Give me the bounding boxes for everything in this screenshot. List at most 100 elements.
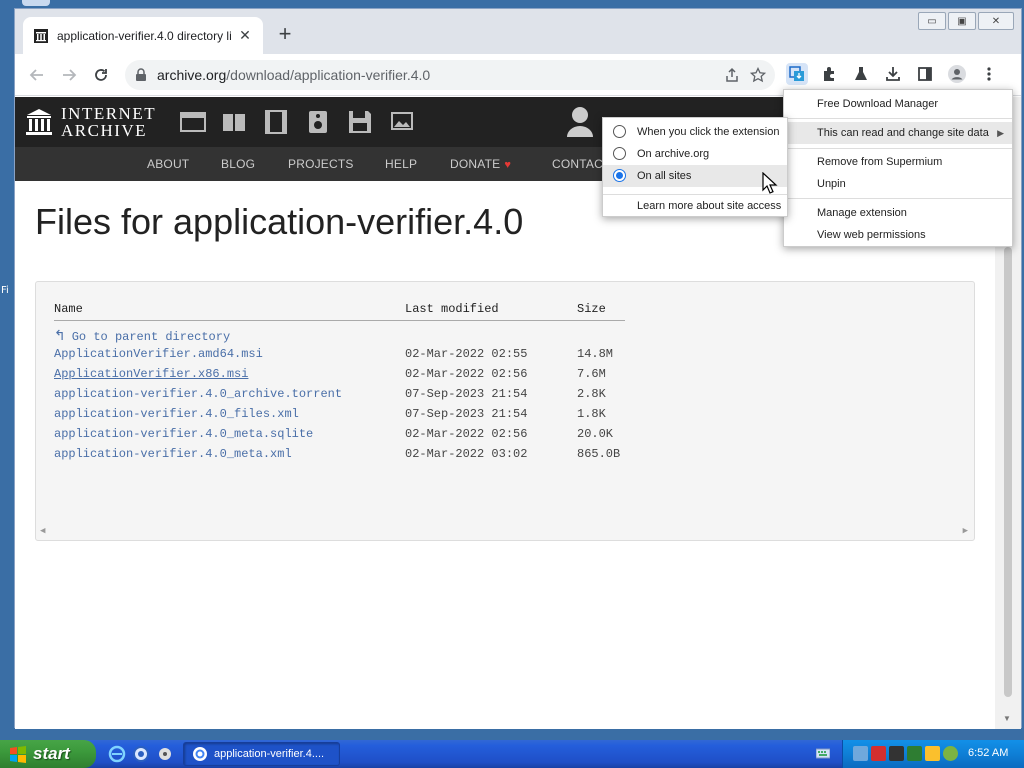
extensions-puzzle-icon[interactable] xyxy=(819,64,839,84)
tray-volume-icon[interactable] xyxy=(943,746,958,761)
file-link[interactable]: ApplicationVerifier.x86.msi xyxy=(54,367,248,381)
tray-app-icon[interactable] xyxy=(889,746,904,761)
images-picture-icon[interactable] xyxy=(389,109,415,135)
ia-logo-line1: INTERNET xyxy=(61,104,157,123)
nav-help[interactable]: HELP xyxy=(385,157,417,171)
side-panel-icon[interactable] xyxy=(915,64,935,84)
radio-option-on-site[interactable]: On archive.org xyxy=(603,143,787,165)
reload-icon[interactable] xyxy=(89,63,113,87)
lab-flask-icon[interactable] xyxy=(851,64,871,84)
file-date-cell: 02-Mar-2022 02:56 xyxy=(405,366,528,381)
ia-temple-icon xyxy=(26,109,52,135)
ia-logo-line2: ARCHIVE xyxy=(61,121,148,140)
menu-item-remove-extension[interactable]: Remove from Supermium xyxy=(784,151,1012,173)
browser-quicklaunch-icon[interactable] xyxy=(132,745,150,763)
radio-option-label: On all sites xyxy=(637,170,692,182)
forward-arrow-icon[interactable] xyxy=(57,63,81,87)
software-floppy-icon[interactable] xyxy=(347,109,373,135)
column-header-size[interactable]: Size xyxy=(577,302,625,321)
menu-item-view-web-permissions[interactable]: View web permissions xyxy=(784,224,1012,246)
table-row: application-verifier.4.0_meta.sqlite 02-… xyxy=(54,424,625,444)
menu-item-manage-extension[interactable]: Manage extension xyxy=(784,202,1012,224)
tray-shield-icon[interactable] xyxy=(925,746,940,761)
tab-close-icon[interactable]: ✕ xyxy=(237,27,253,44)
tray-clock[interactable]: 6:52 AM xyxy=(968,747,1008,759)
tray-sync-icon[interactable] xyxy=(907,746,922,761)
downloads-icon[interactable] xyxy=(883,64,903,84)
internet-explorer-icon[interactable] xyxy=(108,745,126,763)
column-header-name[interactable]: Name xyxy=(54,302,405,321)
bookmark-star-icon[interactable] xyxy=(749,66,767,85)
learn-more-site-access-link[interactable]: Learn more about site access xyxy=(603,195,787,217)
active-tab[interactable]: application-verifier.4.0 directory list … xyxy=(23,17,263,54)
file-date-cell: 02-Mar-2022 02:56 xyxy=(405,426,528,441)
keyboard-language-icon[interactable] xyxy=(816,747,830,760)
scroll-down-arrow-icon[interactable]: ▼ xyxy=(1003,714,1011,723)
radio-button[interactable] xyxy=(613,125,626,138)
free-download-manager-extension-icon[interactable] xyxy=(786,63,808,85)
table-row: application-verifier.4.0_archive.torrent… xyxy=(54,384,625,404)
back-arrow-icon[interactable] xyxy=(25,63,49,87)
parent-directory-link[interactable]: Go to parent directory xyxy=(72,330,230,344)
lock-icon[interactable] xyxy=(135,68,149,82)
scroll-left-arrow-icon[interactable]: ◀ xyxy=(40,526,45,536)
start-label: start xyxy=(33,744,70,763)
file-size-cell: 1.8K xyxy=(577,406,606,421)
file-link[interactable]: application-verifier.4.0_meta.sqlite xyxy=(54,427,313,441)
web-icon[interactable] xyxy=(180,109,206,135)
table-header-row: Name Last modified Size xyxy=(54,302,625,321)
extension-context-menu: Free Download Manager This can read and … xyxy=(783,89,1013,247)
nav-blog[interactable]: BLOG xyxy=(221,157,255,171)
ia-logo[interactable]: INTERNET ARCHIVE xyxy=(25,105,156,139)
radio-option-on-click[interactable]: When you click the extension xyxy=(603,121,787,143)
file-link[interactable]: application-verifier.4.0_files.xml xyxy=(54,407,299,421)
video-film-icon[interactable] xyxy=(263,109,289,135)
menu-separator xyxy=(784,118,1012,119)
user-account-icon[interactable] xyxy=(565,105,595,139)
scroll-right-arrow-icon[interactable]: ▶ xyxy=(963,526,968,536)
file-name-cell: ApplicationVerifier.amd64.msi xyxy=(54,344,405,364)
menu-item-site-data-access[interactable]: This can read and change site data ▶ xyxy=(784,122,1012,144)
audio-speaker-icon[interactable] xyxy=(305,109,331,135)
browser-menu-kebab-icon[interactable] xyxy=(979,64,999,84)
parent-directory-cell: ↰ Go to parent directory xyxy=(54,320,625,344)
start-button[interactable]: start xyxy=(0,740,96,768)
file-table: Name Last modified Size ↰ Go to parent di… xyxy=(54,302,625,464)
menu-item-free-download-manager[interactable]: Free Download Manager xyxy=(784,93,1012,115)
file-link[interactable]: ApplicationVerifier.amd64.msi xyxy=(54,347,263,361)
ia-logo-text: INTERNET ARCHIVE xyxy=(61,105,156,139)
nav-projects[interactable]: PROJECTS xyxy=(288,157,354,171)
file-size-cell: 7.6M xyxy=(577,366,606,381)
tab-strip: application-verifier.4.0 directory list … xyxy=(15,9,1021,54)
scrollbar-thumb[interactable] xyxy=(1004,247,1012,697)
column-header-last-modified[interactable]: Last modified xyxy=(405,302,577,321)
share-icon[interactable] xyxy=(723,67,741,85)
up-arrow-icon[interactable]: ↰ xyxy=(54,328,66,344)
file-link[interactable]: application-verifier.4.0_archive.torrent xyxy=(54,387,342,401)
new-tab-button[interactable]: + xyxy=(273,23,297,47)
profile-avatar-icon[interactable] xyxy=(947,64,967,84)
minimize-button[interactable]: ▭ xyxy=(918,12,946,30)
file-name-cell: ApplicationVerifier.x86.msi xyxy=(54,364,405,384)
radio-option-all-sites[interactable]: On all sites xyxy=(603,165,787,187)
window-close-button[interactable]: ✕ xyxy=(978,12,1014,30)
media-quicklaunch-icon[interactable] xyxy=(156,745,174,763)
radio-button[interactable] xyxy=(613,147,626,160)
file-link[interactable]: application-verifier.4.0_meta.xml xyxy=(54,447,292,461)
nav-about[interactable]: ABOUT xyxy=(147,157,189,171)
windows-flag-icon xyxy=(10,746,26,763)
radio-button-selected[interactable] xyxy=(613,169,626,182)
menu-item-unpin[interactable]: Unpin xyxy=(784,173,1012,195)
address-bar[interactable]: archive.org/download/application-verifie… xyxy=(125,60,775,90)
archive-favicon-icon xyxy=(33,28,49,44)
maximize-button[interactable]: ▣ xyxy=(948,12,976,30)
system-tray: 6:52 AM xyxy=(842,740,1024,768)
parent-directory-row: ↰ Go to parent directory xyxy=(54,320,625,344)
file-name-cell: application-verifier.4.0_files.xml xyxy=(54,404,405,424)
tray-network-icon[interactable] xyxy=(853,746,868,761)
tray-security-icon[interactable] xyxy=(871,746,886,761)
nav-donate[interactable]: DONATE ♥ xyxy=(450,157,511,171)
taskbar-browser-button[interactable]: application-verifier.4.... xyxy=(183,742,340,766)
texts-book-icon[interactable] xyxy=(221,109,247,135)
tab-title: application-verifier.4.0 directory list xyxy=(57,28,231,43)
